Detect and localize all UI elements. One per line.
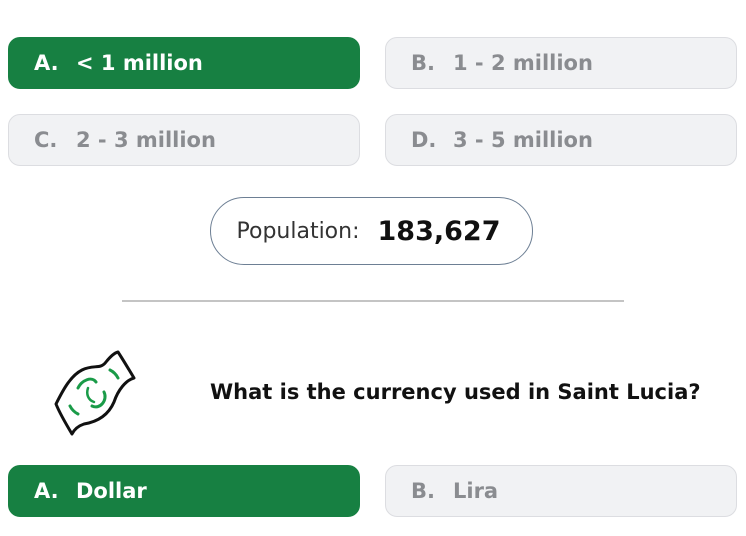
population-label: Population:	[236, 218, 360, 244]
money-bill-icon	[48, 348, 140, 440]
option-b-1-2-million[interactable]: B. 1 - 2 million	[385, 37, 737, 89]
option-label: Lira	[453, 479, 499, 503]
option-letter: A.	[34, 479, 59, 503]
population-value: 183,627	[377, 215, 501, 247]
population-answer-pill: Population: 183,627	[210, 197, 533, 265]
option-c-2-3-million[interactable]: C. 2 - 3 million	[8, 114, 360, 166]
option-label: < 1 million	[76, 51, 203, 75]
option-d-3-5-million[interactable]: D. 3 - 5 million	[385, 114, 737, 166]
option-a-less-than-1-million[interactable]: A. < 1 million	[8, 37, 360, 89]
option-b-lira[interactable]: B. Lira	[385, 465, 737, 517]
option-letter: D.	[411, 128, 437, 152]
option-label: Dollar	[76, 479, 147, 503]
option-label: 3 - 5 million	[453, 128, 593, 152]
option-letter: C.	[34, 128, 58, 152]
section-divider	[122, 300, 624, 302]
option-letter: B.	[411, 51, 435, 75]
option-label: 1 - 2 million	[453, 51, 593, 75]
option-label: 2 - 3 million	[76, 128, 216, 152]
option-a-dollar[interactable]: A. Dollar	[8, 465, 360, 517]
option-letter: A.	[34, 51, 59, 75]
option-letter: B.	[411, 479, 435, 503]
question-text: What is the currency used in Saint Lucia…	[210, 380, 701, 404]
